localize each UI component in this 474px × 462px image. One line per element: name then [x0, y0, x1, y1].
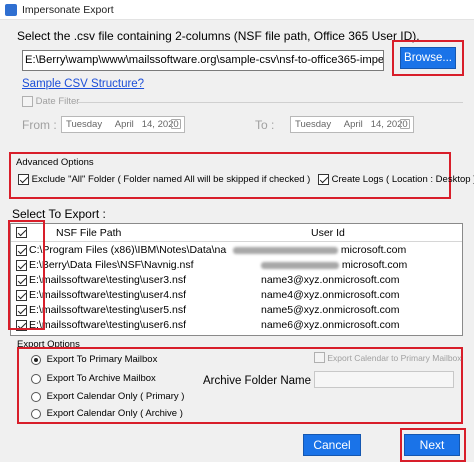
- radio-archive-mailbox[interactable]: [31, 373, 41, 384]
- table-row[interactable]: E:\mailssoftware\testing\user4.nsf name4…: [11, 288, 462, 303]
- date-filter-divider: [75, 102, 463, 103]
- calendar-icon: [400, 119, 410, 129]
- csv-prompt: Select the .csv file containing 2-column…: [17, 29, 420, 43]
- advanced-options-legend: Advanced Options: [16, 157, 94, 168]
- table-header: NSF File Path User Id: [11, 224, 462, 242]
- row-path: C:\Program Files (x86)\IBM\Notes\Data\na…: [29, 244, 227, 256]
- radio-calendar-archive[interactable]: [31, 408, 41, 419]
- calendar-icon: [171, 119, 181, 129]
- from-month: April: [114, 119, 134, 130]
- create-logs-option[interactable]: Create Logs ( Location : Desktop ): [318, 174, 474, 185]
- row-user: name6@xyz.onmicrosoft.com: [261, 319, 400, 331]
- window-title: Impersonate Export: [22, 4, 114, 16]
- row-user: name5@xyz.onmicrosoft.com: [261, 304, 400, 316]
- row-user: microsoft.com: [261, 259, 407, 271]
- row-user: name4@xyz.onmicrosoft.com: [261, 289, 400, 301]
- row-path: E:\Berry\Data Files\NSF\Navnig.nsf: [29, 259, 194, 271]
- archive-folder-label: Archive Folder Name :: [203, 375, 318, 387]
- row-path: E:\mailssoftware\testing\user4.nsf: [29, 289, 186, 301]
- date-filter-row: Date Filter: [22, 96, 79, 107]
- browse-button[interactable]: Browse...: [400, 47, 456, 69]
- opt-calendar-archive[interactable]: Export Calendar Only ( Archive ): [31, 408, 183, 419]
- exclude-all-option[interactable]: Exclude "All" Folder ( Folder named All …: [18, 174, 310, 185]
- radio-primary-mailbox[interactable]: [31, 354, 41, 365]
- table-row[interactable]: E:\mailssoftware\testing\user3.nsf name3…: [11, 273, 462, 288]
- create-logs-label: Create Logs ( Location : Desktop ): [331, 174, 474, 185]
- app-icon: [5, 4, 17, 16]
- opt-primary-label: Export To Primary Mailbox: [46, 354, 158, 365]
- create-logs-checkbox[interactable]: [318, 174, 329, 185]
- row-path: E:\mailssoftware\testing\user3.nsf: [29, 274, 186, 286]
- to-label: To :: [255, 118, 275, 132]
- calendar-to-primary-checkbox[interactable]: [314, 352, 325, 364]
- opt-calendar-primary-label: Export Calendar Only ( Primary ): [46, 391, 185, 402]
- radio-calendar-primary[interactable]: [31, 391, 41, 402]
- row-path: E:\mailssoftware\testing\user6.nsf: [29, 319, 186, 331]
- table-row[interactable]: C:\Program Files (x86)\IBM\Notes\Data\na…: [11, 243, 462, 258]
- opt-archive-mailbox[interactable]: Export To Archive Mailbox: [31, 373, 156, 384]
- opt-archive-label: Export To Archive Mailbox: [46, 373, 156, 384]
- title-bar: Impersonate Export: [0, 0, 474, 20]
- date-filter-label: Date Filter: [35, 96, 80, 107]
- export-table: NSF File Path User Id C:\Program Files (…: [10, 223, 463, 336]
- exclude-all-label: Exclude "All" Folder ( Folder named All …: [31, 174, 311, 185]
- table-row[interactable]: E:\Berry\Data Files\NSF\Navnig.nsf micro…: [11, 258, 462, 273]
- cancel-button[interactable]: Cancel: [303, 434, 361, 456]
- row-user: name3@xyz.onmicrosoft.com: [261, 274, 400, 286]
- row-user: microsoft.com: [233, 244, 406, 256]
- table-row[interactable]: E:\mailssoftware\testing\user6.nsf name6…: [11, 318, 462, 333]
- to-date-picker[interactable]: Tuesday April 14, 2020: [290, 116, 414, 133]
- calendar-to-primary-label: Export Calendar to Primary Mailbox: [327, 352, 462, 363]
- next-button[interactable]: Next: [404, 434, 460, 456]
- from-label: From :: [22, 118, 57, 132]
- exclude-all-checkbox[interactable]: [18, 174, 29, 185]
- from-weekday: Tuesday: [66, 119, 103, 130]
- csv-path-input[interactable]: E:\Berry\wamp\www\mailssoftware.org\samp…: [22, 50, 384, 71]
- select-export-heading: Select To Export :: [12, 207, 106, 221]
- sample-csv-link[interactable]: Sample CSV Structure?: [22, 78, 144, 90]
- date-filter-checkbox[interactable]: [22, 96, 33, 107]
- col-header-user[interactable]: User Id: [311, 227, 345, 239]
- table-row[interactable]: E:\mailssoftware\testing\user5.nsf name5…: [11, 303, 462, 318]
- row-path: E:\mailssoftware\testing\user5.nsf: [29, 304, 186, 316]
- opt-calendar-primary[interactable]: Export Calendar Only ( Primary ): [31, 391, 184, 402]
- to-month: April: [343, 119, 363, 130]
- calendar-to-primary-option[interactable]: Export Calendar to Primary Mailbox: [314, 352, 462, 364]
- from-date-picker[interactable]: Tuesday April 14, 2020: [61, 116, 185, 133]
- col-header-path[interactable]: NSF File Path: [56, 227, 121, 239]
- archive-folder-input[interactable]: [314, 371, 454, 388]
- opt-primary-mailbox[interactable]: Export To Primary Mailbox: [31, 354, 157, 365]
- opt-calendar-archive-label: Export Calendar Only ( Archive ): [46, 408, 183, 419]
- checkbox-column-highlight: [8, 220, 45, 330]
- to-weekday: Tuesday: [295, 119, 332, 130]
